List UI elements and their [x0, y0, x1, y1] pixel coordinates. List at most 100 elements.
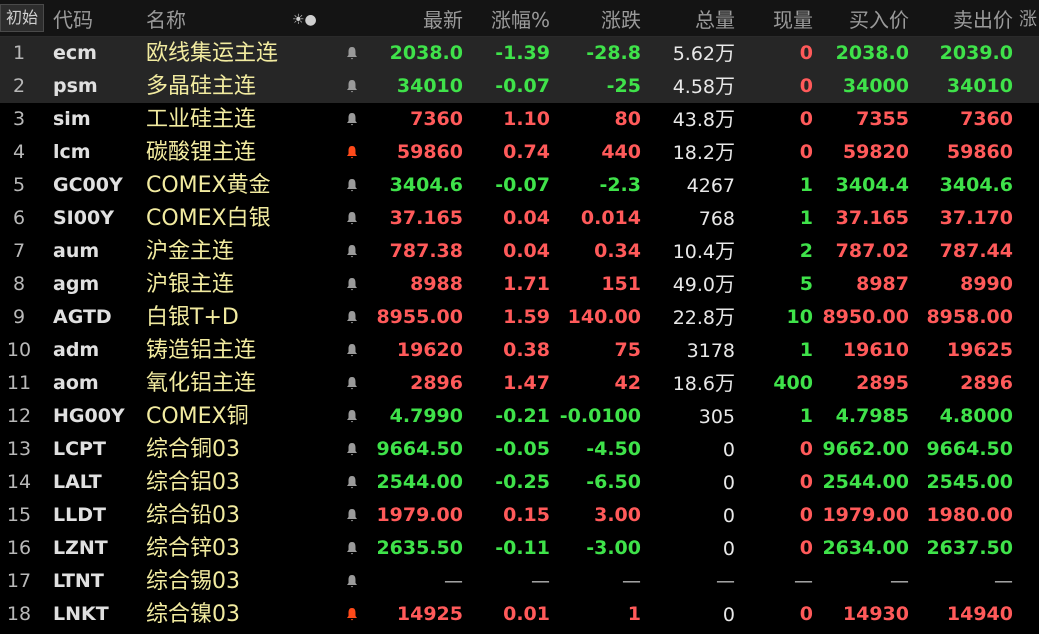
symbol-name: 综合锡03: [146, 569, 240, 594]
symbol-name: 综合铝03: [146, 470, 240, 495]
bell-icon[interactable]: [342, 466, 362, 499]
bell-icon[interactable]: [342, 499, 362, 532]
ask-price: 787.44: [939, 240, 1013, 262]
volume-value: 0: [722, 604, 735, 626]
row-index: 8: [12, 273, 26, 295]
table-row[interactable]: 12 HG00Y COMEX铜 4.7990 -0.21 -0.0100 305 1 4.798…: [0, 400, 1039, 433]
bell-icon[interactable]: [342, 202, 362, 235]
bell-icon[interactable]: [342, 268, 362, 301]
bid-price: —: [890, 570, 909, 592]
bell-icon[interactable]: [342, 565, 362, 598]
row-index: 6: [12, 207, 26, 229]
ask-price: 2545.00: [926, 471, 1013, 493]
change-percent: 0.04: [503, 240, 550, 262]
ask-price: 34010: [946, 75, 1013, 97]
symbol-name: COMEX白银: [146, 206, 271, 231]
bid-price: 787.02: [835, 240, 909, 262]
current-volume: 0: [799, 42, 813, 64]
table-row[interactable]: 5 GC00Y COMEX黄金 3404.6 -0.07 -2.3 4267 1 3404.4 3…: [0, 169, 1039, 202]
col-header-name[interactable]: 名称: [146, 6, 186, 34]
row-index: 17: [6, 570, 32, 592]
col-header-ask[interactable]: 卖出价: [953, 6, 1013, 34]
total-volume: 0: [723, 532, 735, 565]
table-row[interactable]: 16 LZNT 综合锌03 2635.50 -0.11 -3.00 0 0 2634.00 263…: [0, 532, 1039, 565]
current-volume: 1: [799, 174, 813, 196]
change-percent: 0.04: [503, 207, 550, 229]
table-row[interactable]: 4 lcm 碳酸锂主连 59860 0.74 440 18.2万 0 59820 59860: [0, 136, 1039, 169]
table-row[interactable]: 8 agm 沪银主连 8988 1.71 151 49.0万 5 8987 8990: [0, 268, 1039, 301]
last-price: 3404.6: [389, 174, 463, 196]
change-value: -2.3: [599, 174, 641, 196]
table-row[interactable]: 11 aom 氧化铝主连 2896 1.47 42 18.6万 400 2895 2896: [0, 367, 1039, 400]
last-price: 59860: [396, 141, 463, 163]
table-row[interactable]: 9 AGTD 白银T+D 8955.00 1.59 140.00 22.8万 10 8950.0…: [0, 301, 1039, 334]
volume-value: 18.2: [672, 142, 715, 164]
col-header-more[interactable]: 涨: [1019, 6, 1037, 34]
current-volume: 0: [799, 108, 813, 130]
table-row[interactable]: 15 LLDT 综合铅03 1979.00 0.15 3.00 0 0 1979.00 1980.…: [0, 499, 1039, 532]
table-row[interactable]: 14 LALT 综合铝03 2544.00 -0.25 -6.50 0 0 2544.00 254…: [0, 466, 1039, 499]
table-row[interactable]: 3 sim 工业硅主连 7360 1.10 80 43.8万 0 7355 7360: [0, 103, 1039, 136]
volume-value: —: [716, 570, 735, 592]
bell-icon[interactable]: [342, 103, 362, 136]
bell-icon[interactable]: [342, 136, 362, 169]
symbol-name: 欧线集运主连: [146, 41, 279, 66]
col-header-code[interactable]: 代码: [53, 6, 93, 34]
bid-price: 2544.00: [822, 471, 909, 493]
bell-icon[interactable]: [342, 70, 362, 103]
volume-value: 49.0: [672, 274, 715, 296]
volume-value: 22.8: [672, 307, 715, 329]
last-price: —: [444, 570, 463, 592]
bell-icon[interactable]: [342, 235, 362, 268]
symbol-name: 综合铜03: [146, 437, 240, 462]
bell-icon[interactable]: [342, 301, 362, 334]
col-header-chg[interactable]: 涨跌: [601, 6, 641, 34]
change-value: 0.014: [580, 207, 641, 229]
last-price: 8988: [410, 273, 463, 295]
col-header-vol[interactable]: 总量: [695, 6, 735, 34]
col-header-cur[interactable]: 现量: [773, 6, 813, 34]
col-header-pct[interactable]: 涨幅%: [491, 6, 550, 34]
last-price: 8955.00: [376, 306, 463, 328]
volume-value: 18.6: [672, 373, 715, 395]
table-row[interactable]: 7 aum 沪金主连 787.38 0.04 0.34 10.4万 2 787.02 787.44: [0, 235, 1039, 268]
bell-icon[interactable]: [342, 400, 362, 433]
bell-icon[interactable]: [342, 532, 362, 565]
settings-sun-icon[interactable]: ☀●: [292, 6, 317, 34]
bell-icon[interactable]: [342, 169, 362, 202]
symbol-name: 氧化铝主连: [146, 371, 257, 396]
bell-icon[interactable]: [342, 598, 362, 631]
bell-icon[interactable]: [342, 334, 362, 367]
bell-icon[interactable]: [342, 37, 362, 70]
symbol-code: AGTD: [53, 306, 112, 328]
col-header-last[interactable]: 最新: [423, 6, 463, 34]
total-volume: 0: [723, 499, 735, 532]
change-percent: -0.21: [495, 405, 550, 427]
reset-sort-button[interactable]: 初始: [0, 4, 44, 32]
volume-value: 10.4: [672, 241, 715, 263]
symbol-code: aum: [53, 240, 100, 262]
symbol-code: LZNT: [53, 537, 108, 559]
table-row[interactable]: 1 ecm 欧线集运主连 2038.0 -1.39 -28.8 5.62万 0 2038.0 20…: [0, 37, 1039, 70]
symbol-name: 综合铅03: [146, 503, 240, 528]
table-row[interactable]: 17 LTNT 综合锡03 — — — — — — —: [0, 565, 1039, 598]
table-row[interactable]: 18 LNKT 综合镍03 14925 0.01 1 0 0 14930 14940: [0, 598, 1039, 631]
total-volume: 305: [699, 400, 735, 433]
table-row[interactable]: 6 SI00Y COMEX白银 37.165 0.04 0.014 768 1 37.165 37…: [0, 202, 1039, 235]
table-row[interactable]: 2 psm 多晶硅主连 34010 -0.07 -25 4.58万 0 34000 34010: [0, 70, 1039, 103]
change-percent: 0.74: [503, 141, 550, 163]
symbol-code: LLDT: [53, 504, 106, 526]
row-index: 2: [12, 75, 26, 97]
symbol-name: 沪金主连: [146, 239, 235, 264]
bell-icon[interactable]: [342, 433, 362, 466]
table-row[interactable]: 10 adm 铸造铝主连 19620 0.38 75 3178 1 19610 19625: [0, 334, 1039, 367]
ask-price: 7360: [960, 108, 1013, 130]
bid-price: 34000: [842, 75, 909, 97]
bell-icon[interactable]: [342, 367, 362, 400]
last-price: 2544.00: [376, 471, 463, 493]
col-header-bid[interactable]: 买入价: [849, 6, 909, 34]
table-row[interactable]: 13 LCPT 综合铜03 9664.50 -0.05 -4.50 0 0 9662.00 966…: [0, 433, 1039, 466]
bid-price: 37.165: [835, 207, 909, 229]
volume-value: 0: [722, 505, 735, 527]
symbol-code: LNKT: [53, 603, 109, 625]
